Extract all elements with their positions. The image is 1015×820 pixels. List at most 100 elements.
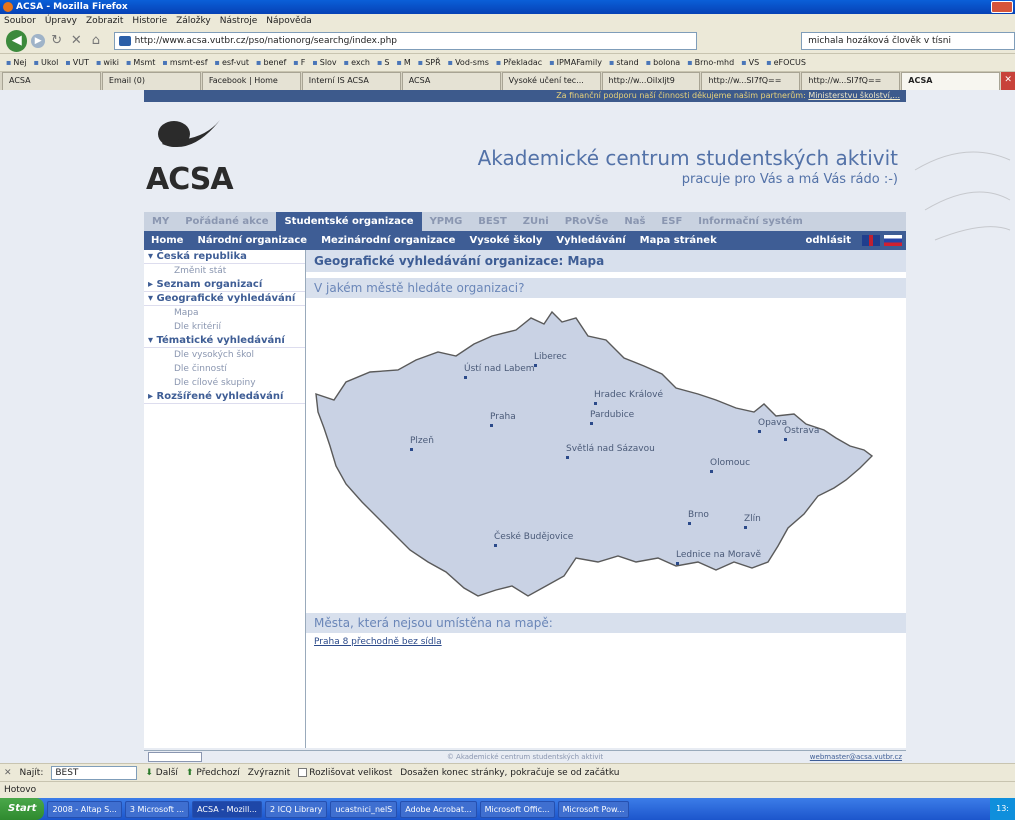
browser-tab-1[interactable]: Email (0) <box>101 72 201 90</box>
menu-item-3[interactable]: Historie <box>132 14 167 28</box>
browser-tab-4[interactable]: ACSA <box>401 72 501 90</box>
match-case-checkbox[interactable]: Rozlišovat velikost <box>298 767 392 778</box>
bookmark-1[interactable]: Ukol <box>34 58 58 67</box>
bookmark-0[interactable]: Nej <box>6 58 26 67</box>
topnav-item-7[interactable]: Naš <box>616 212 653 231</box>
browser-tab-3[interactable]: Interní IS ACSA <box>301 72 401 90</box>
bookmark-21[interactable]: eFOCUS <box>766 58 806 67</box>
city-marker-7[interactable] <box>410 448 413 451</box>
uk-flag-icon[interactable] <box>862 234 880 246</box>
sidebar-item-4[interactable]: Mapa <box>144 306 305 320</box>
bookmark-6[interactable]: esf-vut <box>215 58 249 67</box>
taskbar-item-6[interactable]: Microsoft Offic... <box>479 800 555 818</box>
start-button[interactable]: Start <box>0 798 45 820</box>
bookmark-8[interactable]: F <box>293 58 306 67</box>
sidebar-item-8[interactable]: Dle činností <box>144 362 305 376</box>
bookmark-20[interactable]: VS <box>741 58 760 67</box>
city-marker-9[interactable] <box>710 470 713 473</box>
city-label-3[interactable]: Pardubice <box>590 410 634 420</box>
menu-item-5[interactable]: Nástroje <box>220 14 258 28</box>
city-marker-2[interactable] <box>594 402 597 405</box>
city-marker-3[interactable] <box>590 422 593 425</box>
site-logo[interactable]: ACSA <box>144 112 254 200</box>
sidebar-item-0[interactable]: ▾ Česká republika <box>144 250 305 264</box>
bookmark-3[interactable]: wiki <box>96 58 119 67</box>
close-tab-icon[interactable]: ✕ <box>1001 72 1015 90</box>
city-label-7[interactable]: Plzeň <box>410 436 434 446</box>
city-label-2[interactable]: Hradec Králové <box>594 390 663 400</box>
topnav-item-4[interactable]: BEST <box>470 212 514 231</box>
ru-flag-icon[interactable] <box>884 234 902 246</box>
stop-icon[interactable]: ✕ <box>69 33 85 49</box>
city-label-9[interactable]: Olomouc <box>710 458 750 468</box>
city-marker-11[interactable] <box>744 526 747 529</box>
subnav-item-4[interactable]: Vyhledávání <box>549 231 632 250</box>
subnav-item-2[interactable]: Mezinárodní organizace <box>314 231 462 250</box>
find-prev-button[interactable]: ⬆ Předchozí <box>186 768 240 778</box>
city-label-12[interactable]: České Budějovice <box>494 532 573 542</box>
sidebar-item-1[interactable]: Změnit stát <box>144 264 305 278</box>
window-controls[interactable] <box>991 1 1013 13</box>
search-field[interactable]: michala hozáková člověk v tísni <box>801 31 1015 50</box>
taskbar-item-4[interactable]: ucastnici_nelS <box>330 800 398 818</box>
subnav-item-5[interactable]: Mapa stránek <box>633 231 724 250</box>
city-marker-4[interactable] <box>490 424 493 427</box>
menu-item-6[interactable]: Nápověda <box>266 14 312 28</box>
city-label-8[interactable]: Světlá nad Sázavou <box>566 444 655 454</box>
browser-tab-6[interactable]: http://w...OiIxIjt9 <box>601 72 701 90</box>
browser-tab-2[interactable]: Facebook | Home <box>201 72 301 90</box>
city-label-5[interactable]: Opava <box>758 418 787 428</box>
city-label-13[interactable]: Lednice na Moravě <box>676 550 761 560</box>
city-label-1[interactable]: Ústí nad Labem <box>464 364 535 374</box>
unplaced-city-link[interactable]: Praha 8 přechodně bez sídla <box>306 637 906 647</box>
topnav-item-5[interactable]: ZUni <box>515 212 557 231</box>
city-label-6[interactable]: Ostrava <box>784 426 819 436</box>
sidebar-item-9[interactable]: Dle cílové skupiny <box>144 376 305 390</box>
browser-tab-5[interactable]: Vysoké učení tec... <box>501 72 601 90</box>
menu-item-2[interactable]: Zobrazit <box>86 14 123 28</box>
topnav-item-2[interactable]: Studentské organizace <box>276 212 422 231</box>
find-input[interactable]: BEST <box>51 765 138 780</box>
city-label-4[interactable]: Praha <box>490 412 516 422</box>
bookmark-5[interactable]: msmt-esf <box>162 58 208 67</box>
city-label-0[interactable]: Liberec <box>534 352 567 362</box>
topnav-item-9[interactable]: Informační systém <box>690 212 811 231</box>
promo-link[interactable]: Ministerstvu školství,... <box>808 91 900 100</box>
city-marker-8[interactable] <box>566 456 569 459</box>
sidebar-item-6[interactable]: ▾ Tématické vyhledávání <box>144 334 305 348</box>
bookmark-14[interactable]: Vod-sms <box>448 58 489 67</box>
bookmark-11[interactable]: S <box>377 58 389 67</box>
sidebar-item-3[interactable]: ▾ Geografické vyhledávání <box>144 292 305 306</box>
city-marker-1[interactable] <box>464 376 467 379</box>
bookmark-19[interactable]: Brno-mhd <box>687 58 735 67</box>
city-label-11[interactable]: Zlín <box>744 514 761 524</box>
subnav-item-3[interactable]: Vysoké školy <box>462 231 549 250</box>
menu-item-1[interactable]: Úpravy <box>45 14 77 28</box>
city-marker-5[interactable] <box>758 430 761 433</box>
taskbar-item-3[interactable]: 2 ICQ Library <box>264 800 328 818</box>
menu-item-4[interactable]: Záložky <box>176 14 211 28</box>
bookmark-16[interactable]: IPMAFamily <box>549 58 602 67</box>
logout-link[interactable]: odhlásit <box>799 235 858 246</box>
browser-tab-0[interactable]: ACSA <box>2 72 101 90</box>
close-find-icon[interactable]: ✕ <box>4 768 12 778</box>
forward-button[interactable]: ▶ <box>31 33 45 48</box>
city-marker-10[interactable] <box>688 522 691 525</box>
topnav-item-0[interactable]: MY <box>144 212 177 231</box>
browser-tab-9[interactable]: ACSA <box>901 72 1001 90</box>
czech-map[interactable]: Liberec Ústí nad Labem Hradec Králové Pardu… <box>306 300 906 605</box>
sidebar-item-10[interactable]: ▸ Rozšířené vyhledávání <box>144 390 305 404</box>
browser-tab-8[interactable]: http://w...SI7fQ== <box>801 72 901 90</box>
back-button[interactable]: ◀ <box>6 29 28 52</box>
reload-icon[interactable]: ↻ <box>49 33 65 49</box>
bookmark-17[interactable]: stand <box>609 58 638 67</box>
webmaster-link[interactable]: webmaster@acsa.vutbr.cz <box>810 751 902 763</box>
browser-tab-7[interactable]: http://w...SI7fQ== <box>701 72 801 90</box>
taskbar-item-2[interactable]: ACSA - Mozill... <box>192 800 262 818</box>
menu-item-0[interactable]: Soubor <box>4 14 36 28</box>
highlight-button[interactable]: Zvýraznit <box>248 768 291 778</box>
bookmark-10[interactable]: exch <box>344 58 370 67</box>
topnav-item-1[interactable]: Pořádané akce <box>177 212 276 231</box>
topnav-item-6[interactable]: PRoVŠe <box>557 212 617 231</box>
city-marker-12[interactable] <box>494 544 497 547</box>
